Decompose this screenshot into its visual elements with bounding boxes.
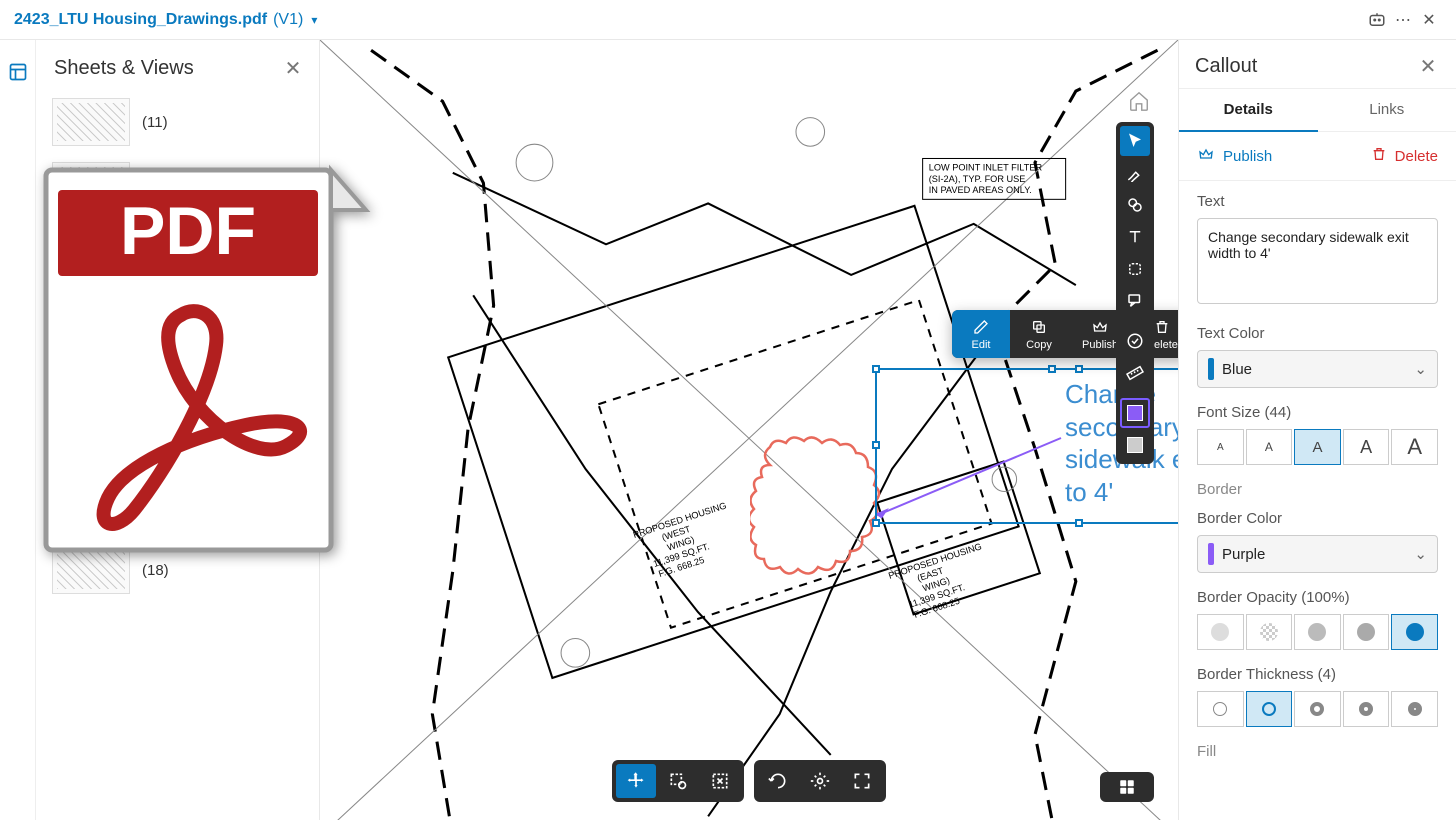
sheet-label: (11) <box>142 114 168 131</box>
svg-text:LOW POINT INLET FILTER: LOW POINT INLET FILTER <box>929 163 1043 173</box>
tab-links[interactable]: Links <box>1318 89 1456 132</box>
border-opacity-options <box>1197 614 1438 650</box>
thickness-2[interactable] <box>1246 691 1293 727</box>
border-thickness-label: Border Thickness (4) <box>1197 666 1438 683</box>
panel-close-icon[interactable]: ✕ <box>1416 54 1440 78</box>
callout-text-input[interactable] <box>1197 218 1438 304</box>
thickness-3[interactable] <box>1294 691 1341 727</box>
view-toolbar <box>612 760 886 802</box>
color-secondary[interactable] <box>1120 430 1150 460</box>
thickness-5[interactable] <box>1391 691 1438 727</box>
crown-icon <box>1091 318 1109 336</box>
pencil-icon <box>973 318 989 336</box>
sheet-thumbnail-row[interactable]: (11) <box>46 90 319 154</box>
chevron-down-icon: ⌄ <box>1414 545 1427 563</box>
panel-title: Callout <box>1195 55 1257 78</box>
text-color-select[interactable]: Blue⌄ <box>1197 350 1438 388</box>
text-label: Text <box>1197 193 1438 210</box>
opacity-100[interactable] <box>1391 614 1438 650</box>
assistant-icon[interactable] <box>1364 7 1390 33</box>
markup-toolbar <box>1116 122 1154 464</box>
pen-tool[interactable] <box>1120 158 1150 188</box>
trash-icon <box>1154 318 1170 336</box>
font-size-xl[interactable]: A <box>1391 429 1438 465</box>
opacity-40[interactable] <box>1246 614 1293 650</box>
thickness-1[interactable] <box>1197 691 1244 727</box>
select-tool[interactable] <box>1120 126 1150 156</box>
border-opacity-label: Border Opacity (100%) <box>1197 589 1438 606</box>
rotate-tool[interactable] <box>758 764 798 798</box>
close-icon[interactable]: ✕ <box>1416 7 1442 33</box>
font-size-sm[interactable]: A <box>1246 429 1293 465</box>
pan-tool[interactable] <box>616 764 656 798</box>
delete-action[interactable]: Delete <box>1371 146 1438 166</box>
stamp-tool[interactable] <box>1120 254 1150 284</box>
more-icon[interactable]: ⋯ <box>1390 7 1416 33</box>
callout-tool[interactable] <box>1120 286 1150 316</box>
cloud-markup[interactable] <box>750 435 890 595</box>
publish-action[interactable]: Publish <box>1197 146 1272 166</box>
copy-icon <box>1031 318 1047 336</box>
opacity-60[interactable] <box>1294 614 1341 650</box>
thickness-4[interactable] <box>1343 691 1390 727</box>
zoom-window-tool[interactable] <box>658 764 698 798</box>
issue-tool[interactable] <box>1120 326 1150 356</box>
panel-tabs: Details Links <box>1179 88 1456 132</box>
properties-panel: Callout ✕ Details Links Publish Delete T… <box>1178 40 1456 820</box>
copy-button[interactable]: Copy <box>1010 310 1068 358</box>
svg-text:PDF: PDF <box>120 193 256 269</box>
border-color-label: Border Color <box>1197 510 1438 527</box>
edit-button[interactable]: Edit <box>952 310 1010 358</box>
opacity-20[interactable] <box>1197 614 1244 650</box>
font-size-xs[interactable]: A <box>1197 429 1244 465</box>
titlebar: 2423_LTU Housing_Drawings.pdf (V1) ▾ ⋯ ✕ <box>0 0 1456 40</box>
shapes-tool[interactable] <box>1120 190 1150 220</box>
text-color-label: Text Color <box>1197 325 1438 342</box>
grid-view-toggle[interactable] <box>1100 772 1154 802</box>
crown-icon <box>1197 146 1215 166</box>
color-primary[interactable] <box>1120 398 1150 428</box>
font-size-label: Font Size (44) <box>1197 404 1438 421</box>
filename[interactable]: 2423_LTU Housing_Drawings.pdf <box>14 11 267 29</box>
svg-text:(SI-2A), TYP. FOR USE: (SI-2A), TYP. FOR USE <box>929 174 1026 184</box>
border-thickness-options <box>1197 691 1438 727</box>
font-size-options: A A A A A <box>1197 429 1438 465</box>
drawing-canvas[interactable]: LOW POINT INLET FILTER (SI-2A), TYP. FOR… <box>320 40 1178 820</box>
zoom-extents-tool[interactable] <box>700 764 740 798</box>
measure-tool[interactable] <box>1120 358 1150 388</box>
font-size-md[interactable]: A <box>1294 429 1341 465</box>
border-section-label: Border <box>1197 481 1438 498</box>
opacity-80[interactable] <box>1343 614 1390 650</box>
text-tool[interactable] <box>1120 222 1150 252</box>
sidebar-title: Sheets & Views <box>54 57 194 80</box>
sidebar-close-icon[interactable]: ✕ <box>281 56 305 80</box>
chevron-down-icon[interactable]: ▾ <box>311 13 317 27</box>
sheet-thumbnail <box>52 98 130 146</box>
sidebar: Sheets & Views ✕ (11) (12) (13) (14) (15… <box>36 40 320 820</box>
file-version: (V1) <box>273 11 303 29</box>
settings-tool[interactable] <box>800 764 840 798</box>
chevron-down-icon: ⌄ <box>1414 360 1427 378</box>
border-color-select[interactable]: Purple⌄ <box>1197 535 1438 573</box>
home-icon[interactable] <box>1128 90 1150 117</box>
fullscreen-tool[interactable] <box>842 764 882 798</box>
svg-text:IN PAVED AREAS ONLY.: IN PAVED AREAS ONLY. <box>929 185 1032 195</box>
sheets-rail-icon[interactable] <box>6 60 30 84</box>
tab-details[interactable]: Details <box>1179 89 1318 132</box>
font-size-lg[interactable]: A <box>1343 429 1390 465</box>
pdf-file-icon: PDF <box>16 150 376 570</box>
trash-icon <box>1371 146 1387 166</box>
fill-section-label: Fill <box>1197 743 1438 760</box>
